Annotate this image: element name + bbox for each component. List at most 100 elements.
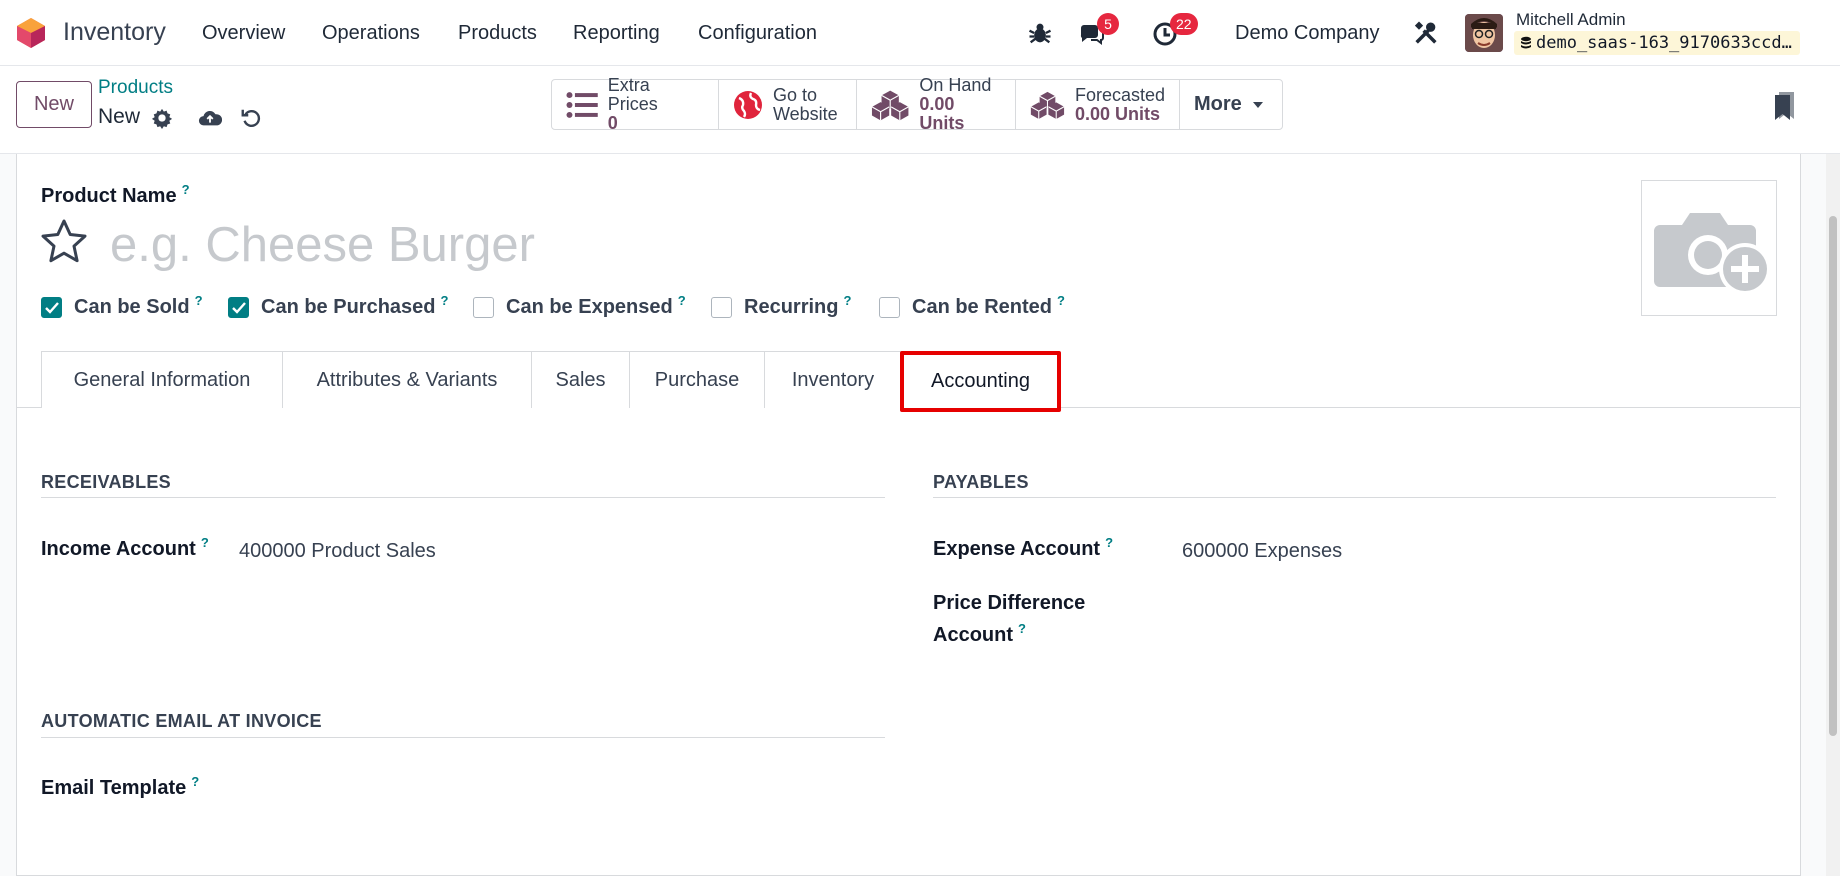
website-label-line2: Website: [773, 103, 838, 124]
forecasted-button[interactable]: Forecasted 0.00 Units: [1016, 80, 1180, 129]
price-difference-label-line2: Account?: [933, 621, 1026, 647]
checkbox-label-text: Recurring: [744, 296, 839, 318]
product-name-input[interactable]: [110, 215, 1550, 275]
tooltip-help-icon[interactable]: ?: [191, 774, 199, 789]
checkbox-can-be-purchased[interactable]: Can be Purchased?: [228, 293, 449, 319]
user-name[interactable]: Mitchell Admin: [1516, 10, 1626, 30]
tab-general-information[interactable]: General Information: [41, 351, 283, 408]
tooltip-help-icon[interactable]: ?: [1018, 621, 1026, 636]
tab-attributes-variants[interactable]: Attributes & Variants: [282, 351, 532, 408]
app-name[interactable]: Inventory: [63, 18, 166, 47]
cubes-icon: [1030, 91, 1065, 119]
forecasted-value: 0.00 Units: [1074, 103, 1160, 124]
menu-configuration[interactable]: Configuration: [698, 22, 817, 45]
menu-operations[interactable]: Operations: [322, 22, 420, 45]
email-template-label-text: Email Template: [41, 777, 187, 799]
app-logo-icon[interactable]: [16, 17, 46, 49]
smart-buttons: Extra Prices 0 Go to Website On Hand 0.0…: [551, 76, 1283, 133]
expense-account-label-text: Expense Account: [933, 538, 1101, 560]
receivables-section-title: RECEIVABLES: [41, 472, 171, 492]
checkbox-box[interactable]: [473, 297, 494, 318]
checkbox-box[interactable]: [228, 297, 249, 318]
tooltip-help-icon[interactable]: ?: [441, 293, 449, 308]
checkbox-can-be-sold[interactable]: Can be Sold?: [41, 293, 203, 319]
checkbox-box[interactable]: [41, 297, 62, 318]
tooltip-help-icon[interactable]: ?: [1057, 293, 1065, 308]
expense-account-label: Expense Account?: [933, 535, 1113, 561]
extra-prices-button[interactable]: Extra Prices 0: [552, 76, 719, 133]
product-image-upload[interactable]: [1641, 180, 1777, 316]
menu-reporting[interactable]: Reporting: [573, 22, 660, 45]
breadcrumb-current: New: [98, 105, 141, 128]
user-avatar[interactable]: [1465, 14, 1503, 52]
income-account-label: Income Account?: [41, 535, 209, 561]
top-navbar: Inventory Overview Operations Products R…: [0, 0, 1840, 66]
menu-products[interactable]: Products: [458, 22, 537, 45]
checkbox-label-text: Can be Sold: [74, 296, 190, 318]
more-label: More: [1194, 93, 1242, 115]
checkbox-label-text: Can be Expensed: [506, 296, 673, 318]
menu-overview[interactable]: Overview: [202, 22, 285, 45]
payables-section-title: PAYABLES: [933, 472, 1029, 492]
income-account-label-text: Income Account: [41, 538, 196, 560]
checkbox-label: Can be Expensed?: [506, 293, 686, 319]
new-button[interactable]: New: [16, 81, 92, 128]
checkbox-can-be-rented[interactable]: Can be Rented?: [879, 293, 1065, 319]
database-name: demo_saas-163_9170633ccd…: [1536, 33, 1792, 53]
camera-add-icon: [1654, 213, 1771, 295]
checkbox-recurring[interactable]: Recurring?: [711, 293, 851, 319]
control-panel: New Products New Extra Prices 0 Go to We…: [0, 66, 1840, 154]
discard-undo-icon[interactable]: [240, 107, 262, 129]
product-name-label: Product Name?: [41, 182, 190, 208]
email-section-divider: [41, 737, 885, 738]
tooltip-help-icon[interactable]: ?: [182, 182, 190, 197]
checkbox-label: Can be Purchased?: [261, 293, 449, 319]
bug-icon[interactable]: [1026, 19, 1054, 47]
activities-count-badge: 22: [1170, 13, 1198, 35]
tooltip-help-icon[interactable]: ?: [195, 293, 203, 308]
tooltip-help-icon[interactable]: ?: [1105, 535, 1113, 550]
on-hand-button[interactable]: On Hand 0.00 Units: [857, 76, 1016, 133]
more-dropdown-button[interactable]: More: [1180, 80, 1282, 129]
tab-purchase[interactable]: Purchase: [629, 351, 765, 408]
tooltip-help-icon[interactable]: ?: [843, 293, 851, 308]
tab-sales[interactable]: Sales: [531, 351, 630, 408]
database-icon: [1521, 36, 1531, 49]
company-switcher[interactable]: Demo Company: [1235, 22, 1380, 45]
scrollbar[interactable]: [1826, 154, 1840, 876]
checkbox-box[interactable]: [879, 297, 900, 318]
checkbox-label: Can be Rented?: [912, 293, 1065, 319]
price-difference-label-line1: Price Difference: [933, 592, 1086, 614]
payables-divider: [933, 497, 1776, 498]
checkbox-label: Can be Sold?: [74, 293, 203, 319]
tooltip-help-icon[interactable]: ?: [678, 293, 686, 308]
list-icon: [566, 91, 598, 118]
income-account-field[interactable]: 400000 Product Sales: [239, 540, 436, 563]
messages-count-badge: 5: [1097, 13, 1119, 35]
checkbox-can-be-expensed[interactable]: Can be Expensed?: [473, 293, 686, 319]
tools-icon[interactable]: [1412, 19, 1440, 47]
tooltip-help-icon[interactable]: ?: [201, 535, 209, 550]
avatar-face-icon: [1465, 14, 1503, 52]
favorite-star-icon[interactable]: [40, 218, 88, 266]
bookmark-icon[interactable]: [1774, 91, 1796, 121]
tab-inventory[interactable]: Inventory: [764, 351, 902, 408]
check-icon: [231, 301, 246, 314]
expense-account-field[interactable]: 600000 Expenses: [1182, 540, 1342, 563]
extra-prices-label: Extra Prices: [607, 75, 658, 114]
breadcrumb-products[interactable]: Products: [98, 77, 173, 99]
checkbox-box[interactable]: [711, 297, 732, 318]
tab-accounting[interactable]: Accounting: [900, 351, 1061, 412]
check-icon: [44, 301, 59, 314]
email-section-title: AUTOMATIC EMAIL AT INVOICE: [41, 711, 322, 731]
checkbox-label: Recurring?: [744, 293, 851, 319]
scrollbar-thumb[interactable]: [1829, 216, 1837, 736]
checkbox-label-text: Can be Rented: [912, 296, 1053, 318]
cubes-icon: [871, 90, 909, 120]
product-name-label-text: Product Name: [41, 185, 177, 207]
forecasted-label: Forecasted: [1074, 84, 1165, 105]
gear-icon[interactable]: [151, 107, 173, 129]
save-cloud-icon[interactable]: [198, 107, 222, 129]
price-difference-label-text: Account: [933, 624, 1013, 646]
go-to-website-button[interactable]: Go to Website: [719, 80, 857, 129]
